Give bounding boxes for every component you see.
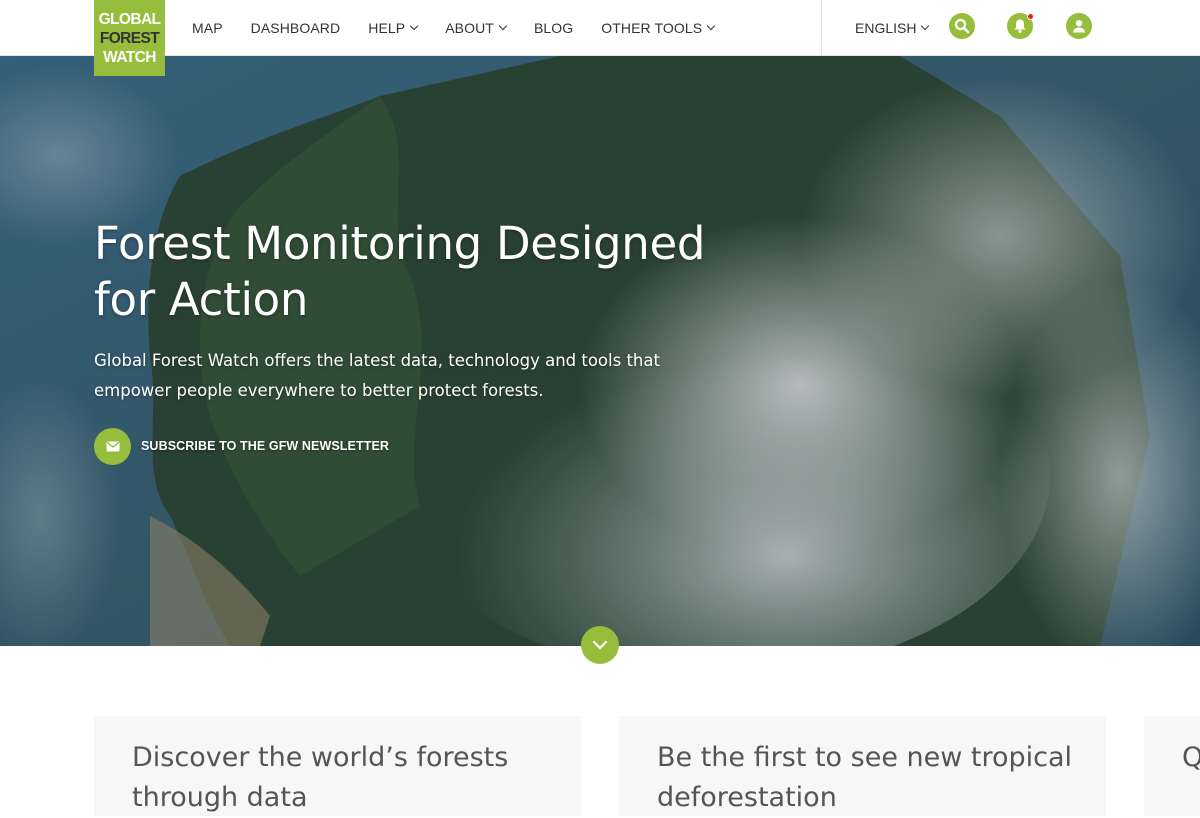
card-title: Be the first to see new tropical defores…	[657, 742, 1073, 813]
nav-item-blog[interactable]: BLOG	[534, 20, 573, 36]
chevron-down-icon	[409, 21, 419, 30]
chevron-down-icon	[921, 21, 930, 30]
bell-icon	[1014, 19, 1026, 33]
nav-item-label: OTHER TOOLS	[601, 19, 703, 36]
nav-item-label: MAP	[192, 19, 223, 36]
nav-item-help[interactable]: HELP	[368, 19, 419, 36]
main-nav: MAP DASHBOARD HELP ABOUT BLOG OTHER TOOL…	[192, 0, 742, 55]
language-selector[interactable]: ENGLISH	[855, 0, 930, 55]
language-label: ENGLISH	[855, 19, 917, 36]
hero-section: Forest Monitoring Designed for Action Gl…	[0, 56, 1200, 646]
nav-item-label: HELP	[368, 19, 406, 36]
user-icon	[1073, 20, 1085, 33]
feature-card-deforestation[interactable]: Be the first to see new tropical defores…	[619, 716, 1106, 816]
account-button[interactable]	[1066, 13, 1092, 39]
header-divider	[821, 0, 822, 55]
search-icon	[954, 18, 970, 34]
hero-subtitle: Global Forest Watch offers the latest da…	[94, 351, 660, 400]
nav-item-label: ABOUT	[445, 19, 494, 36]
notifications-button[interactable]	[1007, 13, 1034, 39]
nav-item-about[interactable]: ABOUT	[445, 19, 508, 36]
logo-line-1: GLOBAL	[98, 10, 161, 28]
nav-item-label: DASHBOARD	[250, 19, 341, 36]
newsletter-subscribe-button[interactable]: SUBSCRIBE TO THE GFW NEWSLETTER	[94, 426, 389, 466]
nav-item-map[interactable]: MAP	[192, 20, 223, 36]
subscribe-icon-circle	[94, 427, 131, 465]
feature-card-discover[interactable]: Discover the world’s forests through dat…	[94, 716, 581, 816]
nav-item-label: BLOG	[533, 19, 574, 36]
gfw-logo[interactable]: GLOBAL FOREST WATCH	[94, 0, 165, 76]
chevron-down-icon	[498, 21, 508, 30]
notification-badge	[1027, 13, 1034, 20]
card-title: Discover the world’s forests through dat…	[132, 742, 509, 813]
nav-item-other-tools[interactable]: OTHER TOOLS	[601, 19, 716, 36]
chevron-down-icon	[706, 21, 716, 30]
logo-line-2: FOREST	[99, 29, 160, 47]
envelope-icon	[106, 441, 119, 451]
hero-title: Forest Monitoring Designed for Action	[94, 217, 706, 326]
subscribe-label: SUBSCRIBE TO THE GFW NEWSLETTER	[141, 439, 390, 453]
scroll-down-button[interactable]	[581, 626, 619, 664]
nav-item-dashboard[interactable]: DASHBOARD	[251, 20, 341, 36]
chevron-down-icon	[592, 640, 608, 650]
site-header: GLOBAL FOREST WATCH MAP DASHBOARD HELP A…	[0, 0, 1200, 76]
logo-line-3: WATCH	[103, 48, 156, 66]
feature-card-third[interactable]: Q	[1144, 716, 1200, 816]
card-title: Q	[1182, 742, 1200, 773]
search-button[interactable]	[949, 13, 975, 39]
